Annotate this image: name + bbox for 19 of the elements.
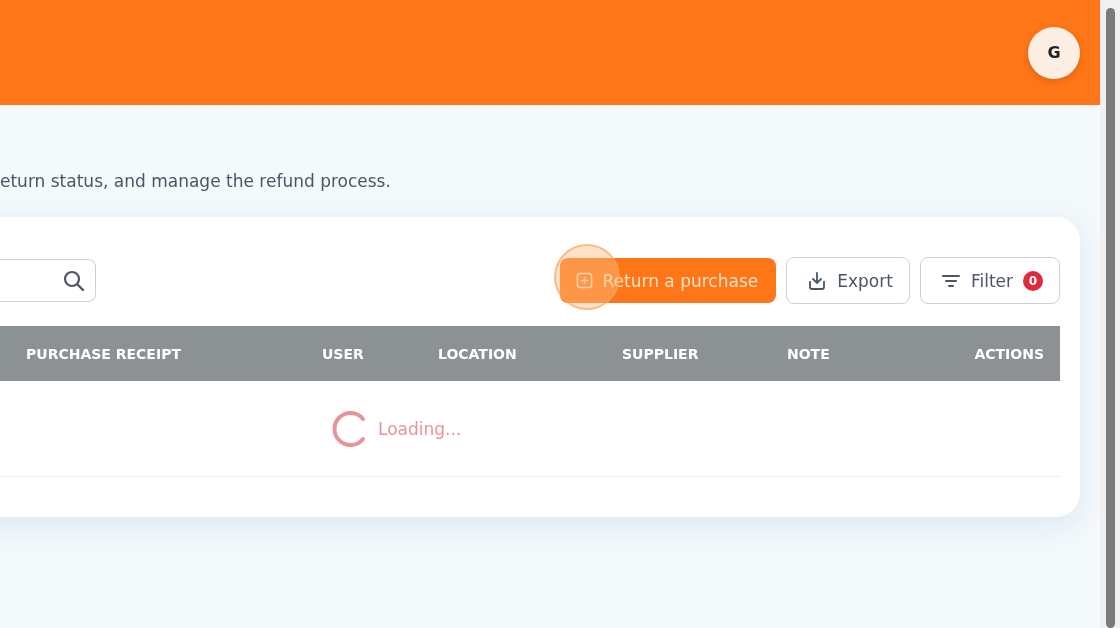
column-header: ACTIONS	[974, 345, 1044, 362]
export-button[interactable]: Export	[786, 257, 910, 304]
plus-square-icon	[575, 272, 593, 289]
search-field[interactable]	[0, 259, 96, 302]
filter-button[interactable]: Filter 0	[919, 257, 1060, 304]
count-badge: 0	[1023, 270, 1043, 291]
filter-icon	[940, 272, 961, 289]
column-header: USER	[322, 345, 365, 362]
column-header: SUPPLIER	[622, 345, 700, 362]
loading-text: Loading...	[378, 418, 462, 439]
scrollbar[interactable]	[1100, 0, 1120, 628]
column-header: LOCATION	[438, 345, 518, 362]
avatar[interactable]: G	[1028, 26, 1080, 79]
download-icon	[807, 270, 828, 291]
search-icon	[63, 269, 85, 292]
column-header: PURCHASE RECEIPT	[26, 345, 182, 362]
column-header: NOTE	[787, 345, 831, 362]
page-description: eturn status, and manage the refund process.	[0, 171, 392, 193]
scrollbar-thumb[interactable]	[1105, 8, 1115, 628]
